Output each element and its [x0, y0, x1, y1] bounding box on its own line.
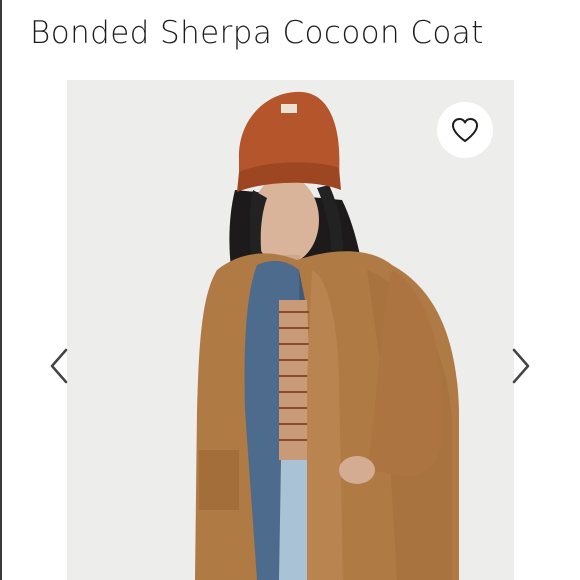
heart-outline-icon	[452, 118, 478, 142]
product-photo-illustration	[67, 80, 514, 580]
product-title: Bonded Sherpa Cocoon Coat	[30, 15, 484, 51]
favorite-button[interactable]	[437, 102, 493, 158]
chevron-left-icon	[50, 348, 68, 384]
left-edge-border	[0, 0, 2, 580]
chevron-right-icon	[512, 348, 530, 384]
previous-image-button[interactable]	[46, 346, 72, 386]
next-image-button[interactable]	[508, 346, 534, 386]
product-image[interactable]	[67, 80, 514, 580]
